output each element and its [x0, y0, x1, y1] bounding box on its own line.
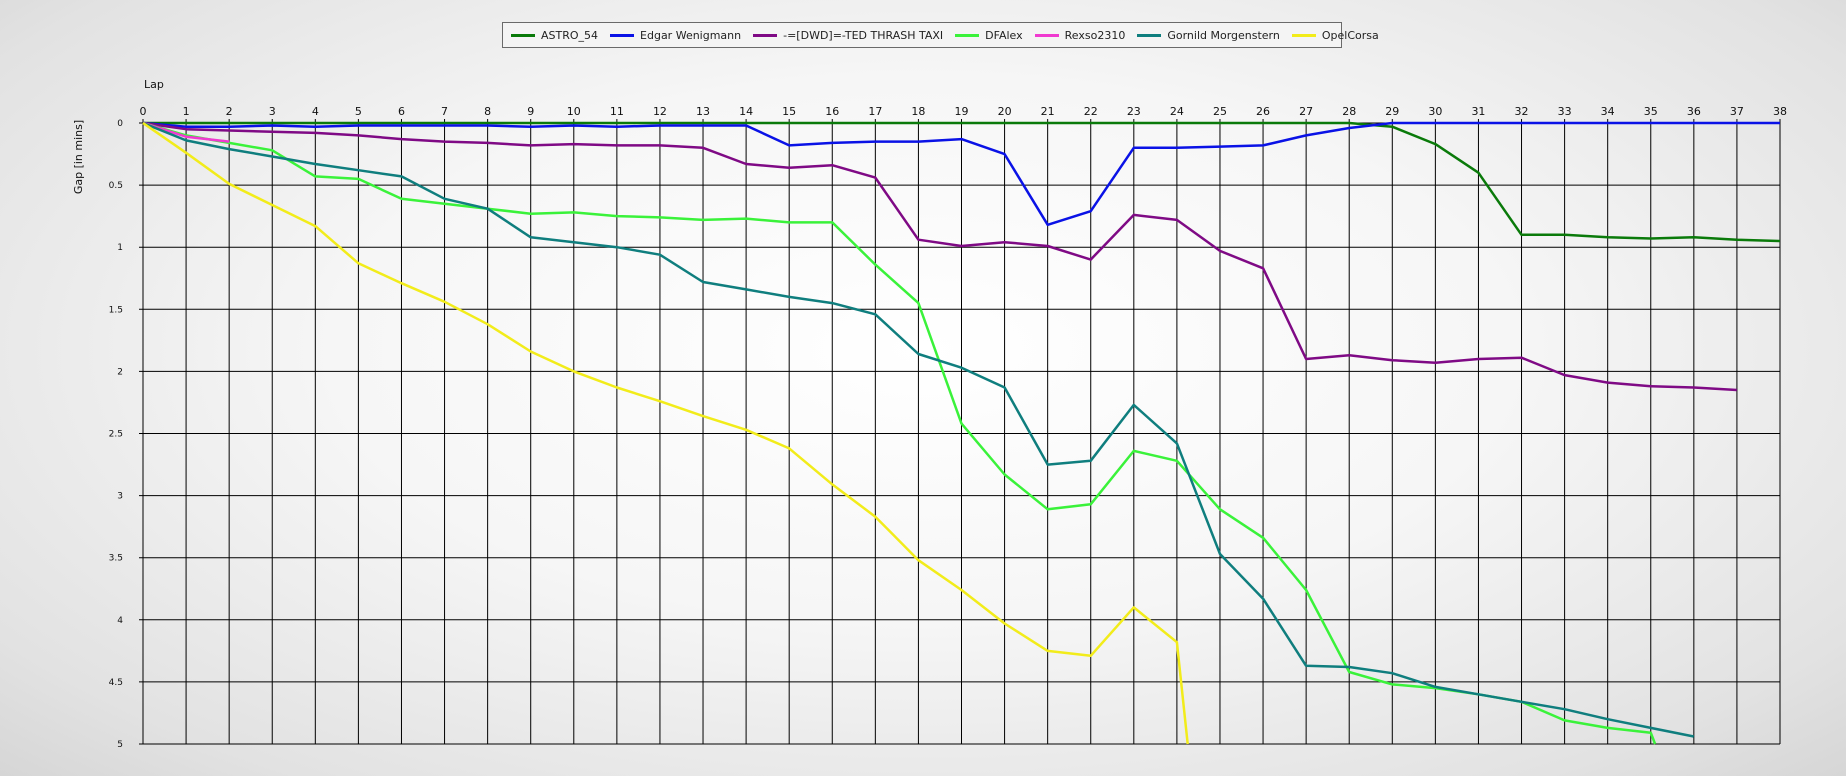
- y-tick-label: 2.5: [109, 430, 123, 440]
- y-tick-label: 3.5: [109, 554, 123, 564]
- x-tick-label: 4: [312, 105, 319, 118]
- x-tick-label: 2: [226, 105, 233, 118]
- x-tick-label: 20: [998, 105, 1012, 118]
- line-chart: Lap Gap [in mins] 0 1 2 3 4 5 6 7 8 9 10 11 12 13 14 15…: [72, 78, 1788, 750]
- x-tick-label: 38: [1773, 105, 1787, 118]
- x-tick-label: 33: [1558, 105, 1572, 118]
- x-tick-label: 31: [1471, 105, 1485, 118]
- x-tick-label: 12: [653, 105, 667, 118]
- x-tick-label: 30: [1428, 105, 1442, 118]
- x-tick-label: 17: [868, 105, 882, 118]
- x-tick-label: 18: [911, 105, 925, 118]
- x-tick-label: 9: [527, 105, 534, 118]
- x-tick-label: 13: [696, 105, 710, 118]
- x-tick-label: 37: [1730, 105, 1744, 118]
- x-tick-label: 15: [782, 105, 796, 118]
- y-tick-label: 4: [117, 616, 123, 626]
- x-tick-label: 14: [739, 105, 753, 118]
- x-tick-label: 23: [1127, 105, 1141, 118]
- x-tick-label: 22: [1084, 105, 1098, 118]
- y-tick-label: 2: [117, 367, 123, 377]
- y-tick-label: 1: [117, 243, 123, 253]
- y-tick-label: 5: [117, 740, 123, 750]
- x-tick-label: 34: [1601, 105, 1615, 118]
- x-tick-label: 7: [441, 105, 448, 118]
- x-tick-label: 6: [398, 105, 405, 118]
- x-tick-label: 26: [1256, 105, 1270, 118]
- y-tick-label: 0.5: [109, 181, 123, 191]
- x-axis-label: Lap: [144, 78, 164, 91]
- x-tick-label: 29: [1385, 105, 1399, 118]
- x-tick-label: 10: [567, 105, 581, 118]
- y-axis-label: Gap [in mins]: [72, 120, 85, 194]
- x-tick-label: 11: [610, 105, 624, 118]
- x-tick-label: 0: [140, 105, 147, 118]
- chart-grid: [139, 119, 1781, 745]
- x-tick-label: 5: [355, 105, 362, 118]
- y-tick-label: 0: [117, 119, 123, 129]
- x-tick-label: 3: [269, 105, 276, 118]
- x-tick-label: 27: [1299, 105, 1313, 118]
- x-tick-label: 25: [1213, 105, 1227, 118]
- series-line-2: [142, 121, 1737, 392]
- y-tick-label: 4.5: [109, 678, 123, 688]
- x-tick-label: 21: [1041, 105, 1055, 118]
- x-tick-label: 24: [1170, 105, 1184, 118]
- x-tick-label: 36: [1687, 105, 1701, 118]
- x-tick-label: 32: [1515, 105, 1529, 118]
- x-tick-label: 35: [1644, 105, 1658, 118]
- y-tick-label: 3: [117, 492, 123, 502]
- x-tick-label: 28: [1342, 105, 1356, 118]
- y-tick-label: 1.5: [109, 305, 123, 315]
- x-tick-labels: 0 1 2 3 4 5 6 7 8 9 10 11 12 13 14 15 16 17 18 19 20 21 22 23 24…: [140, 105, 1788, 118]
- x-tick-label: 8: [484, 105, 491, 118]
- y-tick-labels: 0 0.5 1 1.5 2 2.5 3 3.5 4 4.5 5: [109, 119, 124, 750]
- x-tick-label: 1: [183, 105, 190, 118]
- x-tick-label: 19: [955, 105, 969, 118]
- x-tick-label: 16: [825, 105, 839, 118]
